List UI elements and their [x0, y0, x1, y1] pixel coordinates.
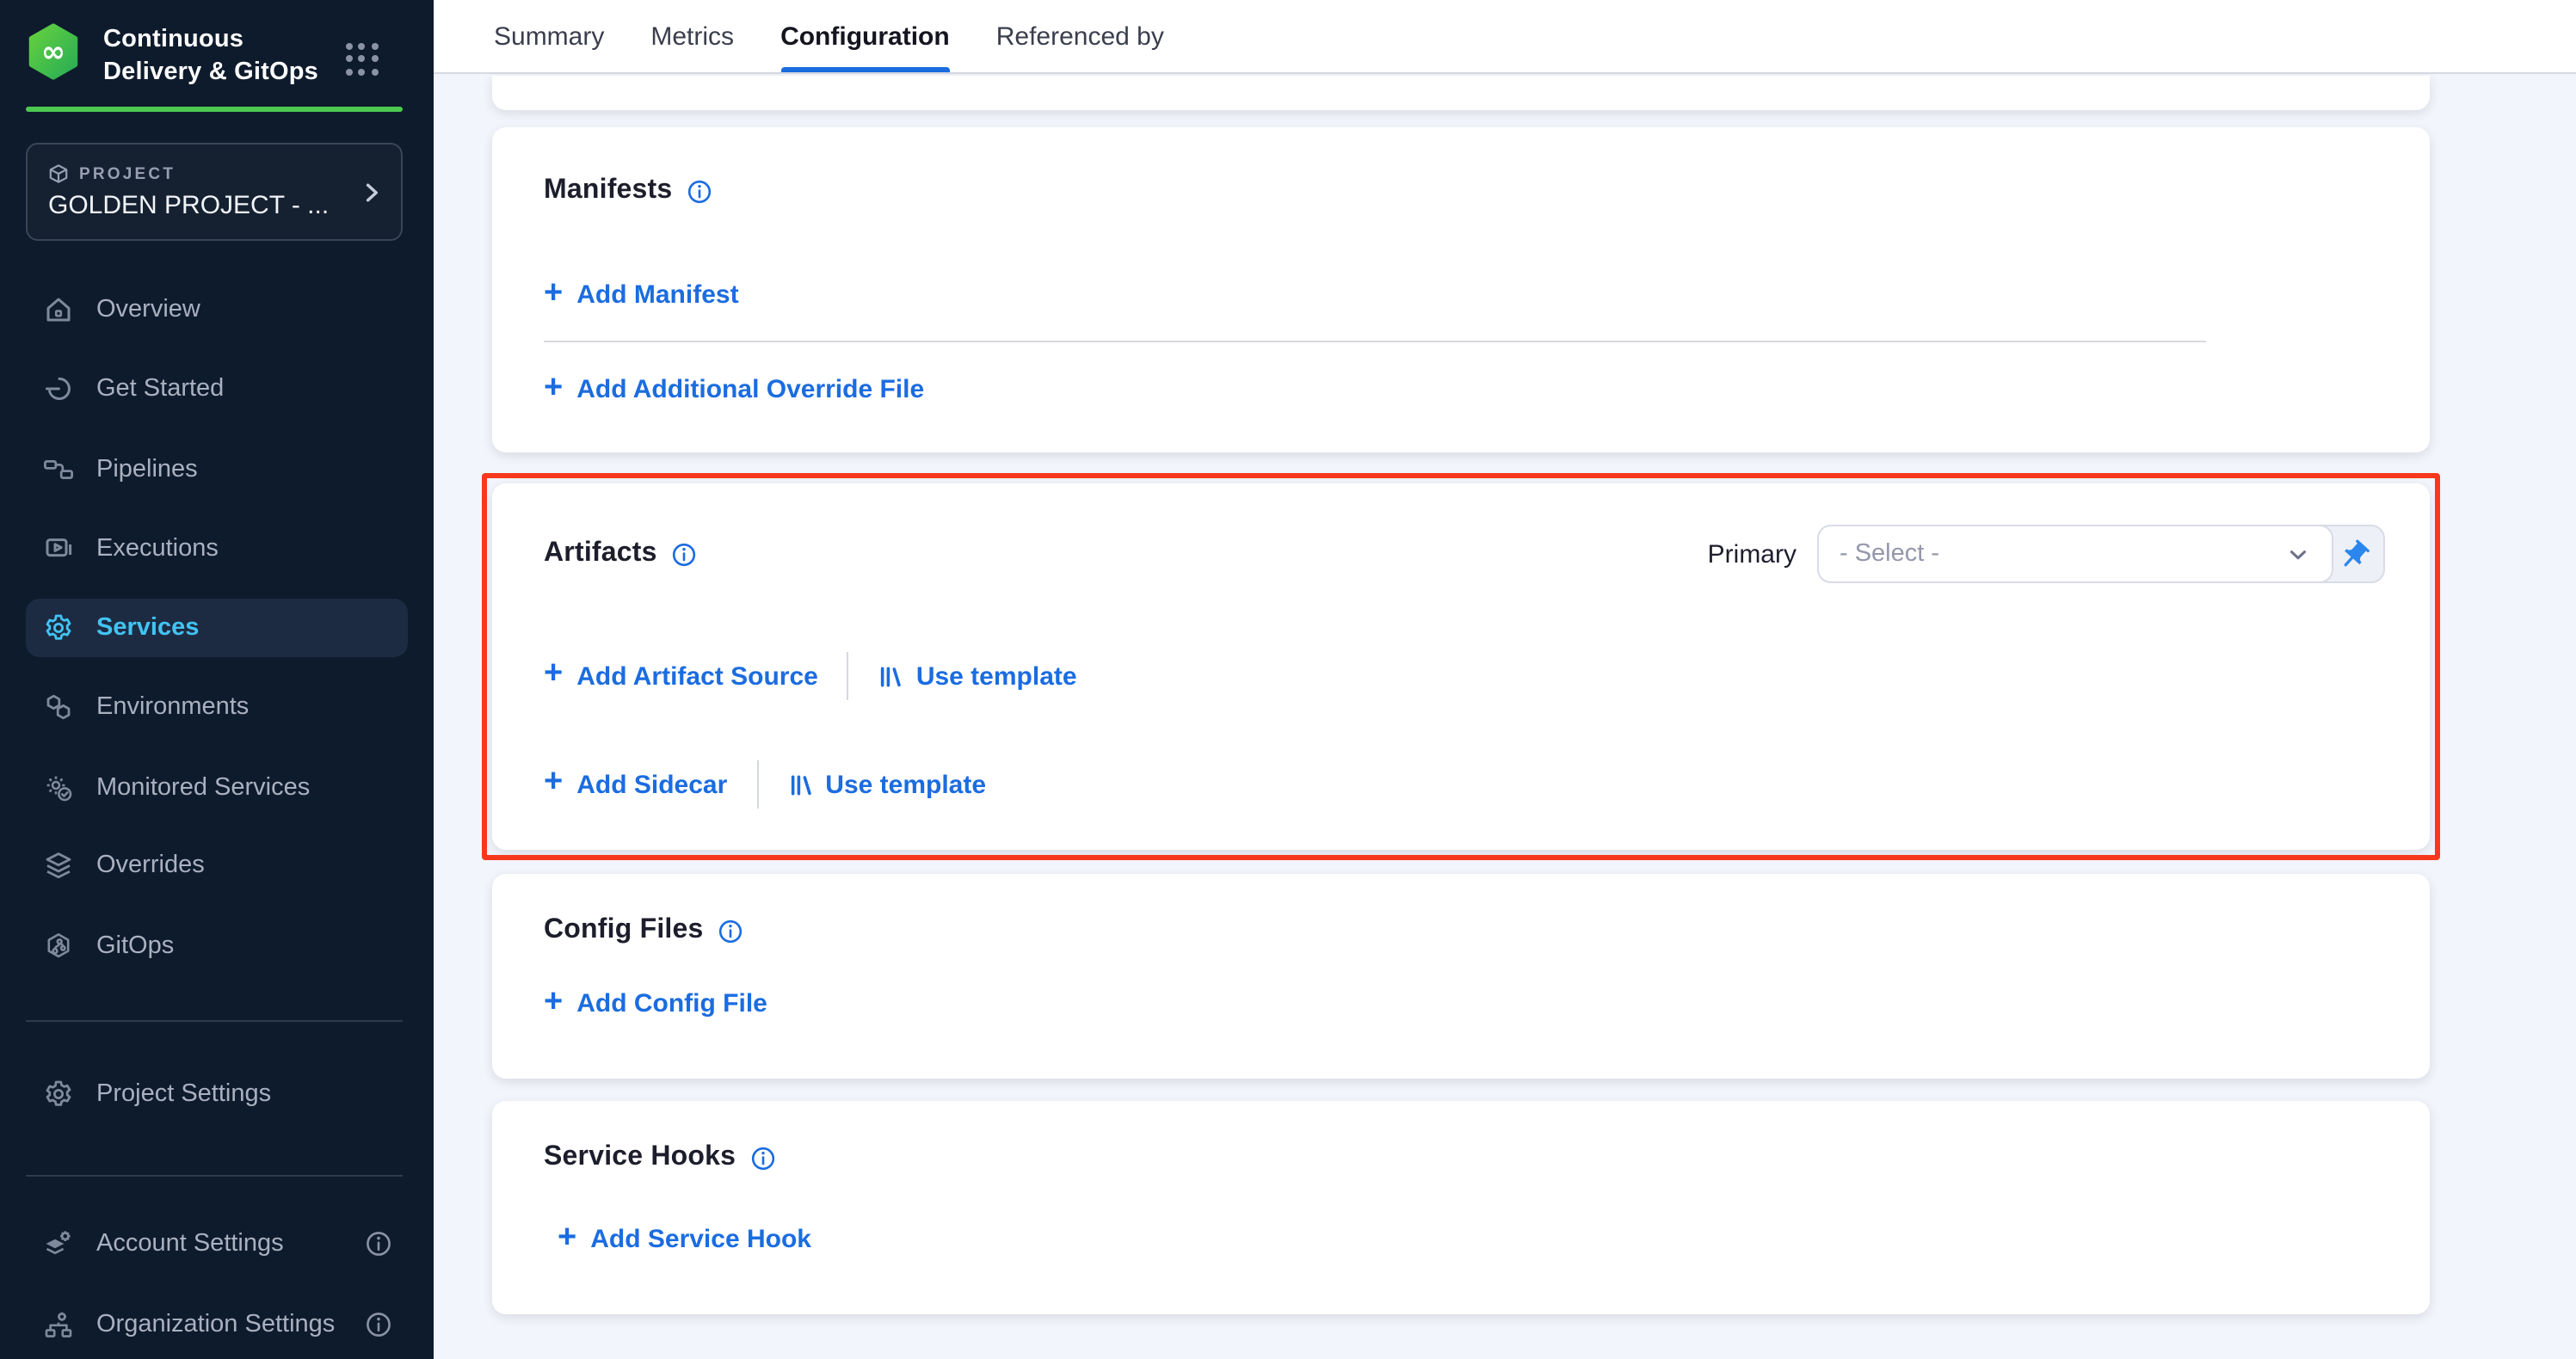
tab-configuration[interactable]: Configuration	[780, 0, 950, 72]
monitored-services-icon	[43, 772, 74, 803]
info-icon[interactable]	[365, 1311, 392, 1338]
vertical-separator	[756, 760, 758, 809]
app-title: Continuous Delivery & GitOps	[103, 24, 327, 90]
sidebar-item-services[interactable]: Services	[26, 599, 408, 657]
main-area: Summary Metrics Configuration Referenced…	[434, 0, 2576, 1359]
select-placeholder: - Select -	[1840, 540, 2285, 568]
add-service-hook-button[interactable]: + Add Service Hook	[558, 1225, 811, 1254]
sidebar-item-label: Pipelines	[96, 456, 198, 483]
chevron-down-icon	[2285, 541, 2311, 567]
sidebar-item-label: Services	[96, 614, 199, 642]
add-additional-override-file-button[interactable]: + Add Additional Override File	[544, 375, 924, 404]
artifacts-section: Artifacts Primary - Select -	[492, 483, 2430, 850]
plus-icon: +	[544, 769, 563, 796]
sidebar-item-account-settings[interactable]: Account Settings	[26, 1214, 408, 1273]
sidebar-item-pipelines[interactable]: Pipelines	[26, 440, 408, 499]
environments-hexagons-icon	[43, 692, 74, 723]
plus-icon: +	[544, 988, 563, 1016]
pipelines-icon	[43, 454, 74, 485]
use-template-artifact-button[interactable]: Use template	[878, 661, 1077, 691]
gear-icon	[43, 1079, 74, 1110]
sidebar-divider	[26, 1020, 403, 1022]
sidebar: ∞ Continuous Delivery & GitOps PROJECT G…	[0, 0, 434, 1359]
sidebar-item-overview[interactable]: Overview	[26, 280, 408, 339]
project-selector[interactable]: PROJECT GOLDEN PROJECT - ...	[26, 143, 403, 241]
project-name: GOLDEN PROJECT - ...	[48, 191, 380, 220]
services-gear-icon	[43, 612, 74, 643]
info-icon[interactable]	[686, 178, 712, 204]
project-eyebrow: PROJECT	[79, 164, 176, 183]
artifacts-highlight-wrapper: Artifacts Primary - Select -	[492, 483, 2430, 850]
add-artifact-source-button[interactable]: + Add Artifact Source	[544, 661, 818, 691]
sidebar-item-project-settings[interactable]: Project Settings	[26, 1065, 408, 1123]
overrides-layers-icon	[43, 850, 74, 881]
use-template-sidecar-button[interactable]: Use template	[787, 770, 986, 799]
add-manifest-button[interactable]: + Add Manifest	[544, 280, 739, 310]
sidebar-item-label: Account Settings	[96, 1230, 284, 1258]
info-icon[interactable]	[365, 1230, 392, 1258]
add-sidecar-button[interactable]: + Add Sidecar	[544, 770, 727, 799]
primary-artifact-label: Primary	[1708, 539, 1796, 569]
plus-icon: +	[544, 280, 563, 307]
service-hooks-section: Service Hooks + Add Service Hook	[492, 1101, 2430, 1314]
svg-text:∞: ∞	[41, 34, 65, 68]
sidebar-item-label: Monitored Services	[96, 774, 310, 802]
org-chart-gear-icon	[43, 1309, 74, 1340]
tab-referenced-by[interactable]: Referenced by	[996, 0, 1164, 72]
sidebar-item-monitored-services[interactable]: Monitored Services	[26, 759, 408, 817]
sidebar-item-organization-settings[interactable]: Organization Settings	[26, 1295, 408, 1354]
add-config-file-button[interactable]: + Add Config File	[544, 989, 767, 1018]
artifacts-title: Artifacts	[544, 538, 697, 569]
sidebar-item-environments[interactable]: Environments	[26, 678, 408, 736]
page: ∞ Continuous Delivery & GitOps PROJECT G…	[0, 0, 2576, 1359]
tab-summary[interactable]: Summary	[494, 0, 604, 72]
home-icon	[43, 294, 74, 325]
plus-icon: +	[544, 661, 563, 688]
primary-artifact-select[interactable]: - Select -	[1817, 525, 2333, 583]
info-icon[interactable]	[671, 541, 697, 567]
account-layers-gear-icon	[43, 1228, 74, 1259]
sidebar-item-label: Get Started	[96, 375, 224, 403]
pin-icon	[2337, 538, 2371, 573]
sidebar-item-executions[interactable]: Executions	[26, 520, 408, 578]
manifests-divider	[544, 341, 2206, 342]
module-accent-rule	[26, 107, 403, 111]
sidebar-item-label: Organization Settings	[96, 1311, 335, 1338]
sidebar-item-label: GitOps	[96, 932, 174, 960]
config-files-section: Config Files + Add Config File	[492, 874, 2430, 1079]
harness-cd-logo: ∞	[26, 22, 81, 81]
get-started-icon	[43, 373, 74, 404]
template-library-icon	[878, 663, 904, 689]
sidebar-item-overrides[interactable]: Overrides	[26, 836, 408, 895]
plus-icon: +	[544, 374, 563, 402]
sidebar-item-label: Overrides	[96, 852, 205, 879]
config-files-title: Config Files	[544, 915, 743, 946]
sidebar-item-label: Executions	[96, 535, 219, 563]
executions-icon	[43, 533, 74, 564]
page-tabbar: Summary Metrics Configuration Referenced…	[434, 0, 2576, 74]
chevron-right-icon	[360, 181, 384, 205]
module-grid-icon[interactable]	[346, 43, 387, 84]
info-icon[interactable]	[718, 918, 743, 944]
sidebar-divider	[26, 1175, 403, 1177]
cube-icon	[48, 163, 69, 184]
template-library-icon	[787, 772, 813, 797]
manifests-title: Manifests	[544, 175, 712, 206]
service-hooks-title: Service Hooks	[544, 1142, 775, 1173]
plus-icon: +	[558, 1224, 576, 1251]
vertical-separator	[847, 652, 849, 700]
manifests-section: Manifests + Add Manifest + Add Additiona…	[492, 127, 2430, 452]
sidebar-item-label: Overview	[96, 296, 200, 323]
configuration-scroll-area[interactable]: Manifests + Add Manifest + Add Additiona…	[434, 74, 2576, 1359]
sidebar-item-label: Environments	[96, 693, 249, 721]
sidebar-item-gitops[interactable]: GitOps	[26, 917, 408, 975]
info-icon[interactable]	[749, 1145, 775, 1171]
sidebar-item-label: Project Settings	[96, 1080, 271, 1108]
tab-metrics[interactable]: Metrics	[650, 0, 734, 72]
gitops-icon	[43, 931, 74, 962]
sidebar-item-get-started[interactable]: Get Started	[26, 360, 408, 418]
previous-section-card-partial	[492, 76, 2430, 110]
